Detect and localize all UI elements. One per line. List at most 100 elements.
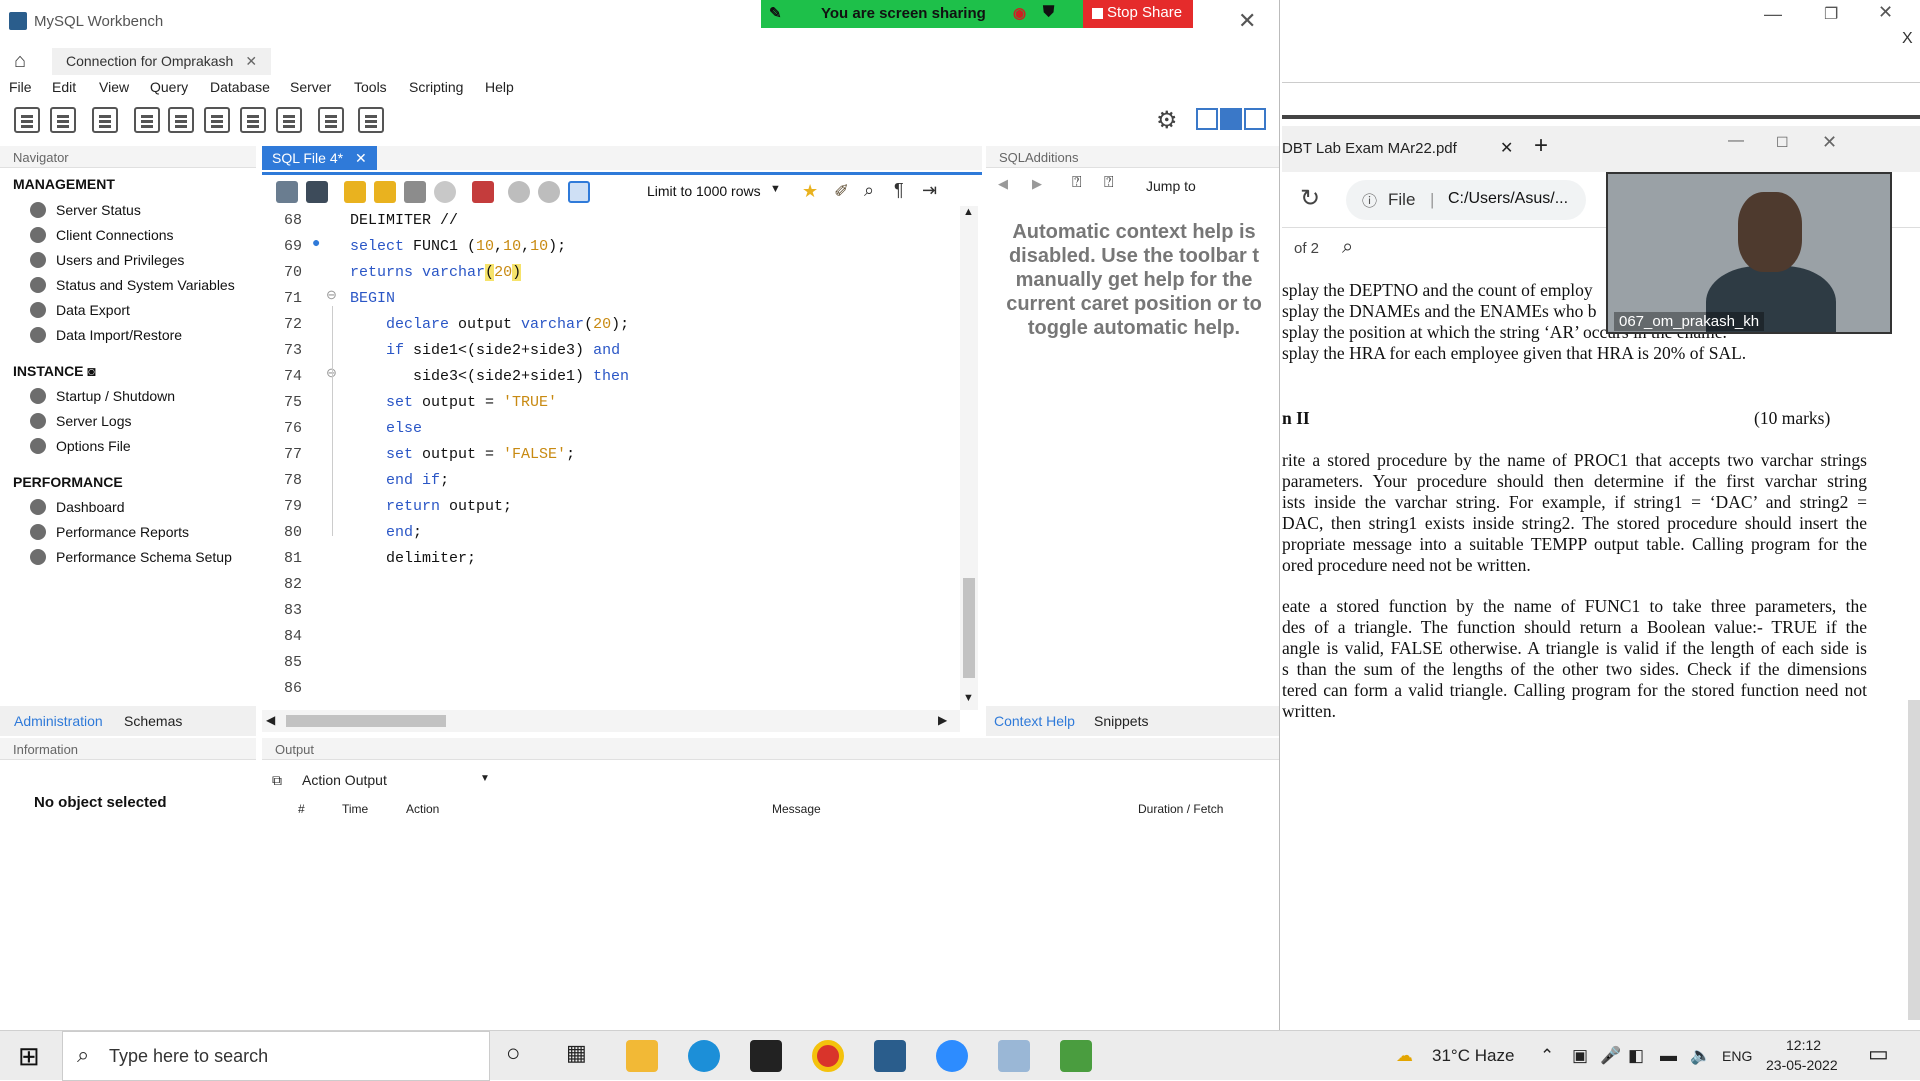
mysql-shell-icon[interactable] — [750, 1040, 782, 1072]
column-header[interactable]: Message — [772, 802, 821, 816]
execute-icon[interactable] — [344, 181, 366, 203]
nav-options-file[interactable]: Options File — [30, 438, 131, 454]
nav-users-privileges[interactable]: Users and Privileges — [30, 252, 184, 268]
column-header[interactable]: Time — [342, 802, 368, 816]
video-thumbnail[interactable]: 067_om_prakash_kh — [1606, 172, 1892, 334]
menu-view[interactable]: View — [99, 79, 129, 95]
close-tab-icon[interactable]: ✕ — [1500, 138, 1513, 158]
stop-query-icon[interactable] — [434, 181, 456, 203]
cortana-icon[interactable]: ○ — [506, 1040, 521, 1068]
menu-file[interactable]: File — [9, 79, 32, 95]
nav-client-connections[interactable]: Client Connections — [30, 227, 174, 243]
menu-server[interactable]: Server — [290, 79, 331, 95]
add-snippet-icon[interactable]: ★ — [802, 181, 818, 202]
close-icon[interactable]: ✕ — [1878, 2, 1893, 23]
scroll-up-icon[interactable]: ▲ — [963, 206, 974, 218]
tab-context-help[interactable]: Context Help — [994, 713, 1075, 729]
action-output-select[interactable]: Action Output ▼ — [282, 770, 490, 792]
jump-to-select[interactable]: Jump to — [1146, 178, 1196, 194]
forward-icon[interactable]: ▶ — [1032, 176, 1042, 192]
manual-help-icon[interactable]: ⍰ — [1072, 174, 1082, 192]
invisible-chars-icon[interactable]: ¶ — [894, 180, 904, 201]
microphone-icon[interactable]: 🎤 — [1600, 1046, 1621, 1066]
create-function-icon[interactable] — [276, 107, 302, 133]
toggle-secondary-sidebar-icon[interactable] — [1244, 108, 1266, 130]
create-table-icon[interactable] — [168, 107, 194, 133]
scroll-right-icon[interactable]: ▶ — [938, 713, 947, 727]
column-header[interactable]: Action — [406, 802, 439, 816]
pdf-scrollbar[interactable] — [1908, 700, 1920, 1020]
execute-current-icon[interactable] — [374, 181, 396, 203]
menu-tools[interactable]: Tools — [354, 79, 387, 95]
chrome-icon[interactable] — [812, 1040, 844, 1072]
connection-tab[interactable]: Connection for Omprakash ✕ — [52, 48, 272, 75]
column-header[interactable]: Duration / Fetch — [1138, 802, 1223, 816]
auto-help-icon[interactable]: ⍰ — [1104, 174, 1114, 192]
zoom-icon[interactable] — [936, 1040, 968, 1072]
close-x-label[interactable]: X — [1902, 30, 1913, 48]
chevron-down-icon[interactable]: ▼ — [480, 773, 490, 784]
paint-icon[interactable] — [998, 1040, 1030, 1072]
file-explorer-icon[interactable] — [626, 1040, 658, 1072]
clock-date[interactable]: 23-05-2022 — [1766, 1057, 1838, 1073]
close-tab-icon[interactable]: ✕ — [245, 53, 257, 69]
pdf-tab-title[interactable]: DBT Lab Exam MAr22.pdf — [1282, 140, 1457, 157]
create-view-icon[interactable] — [204, 107, 230, 133]
chevron-up-icon[interactable]: ⌃ — [1540, 1046, 1554, 1066]
restore-icon[interactable]: ☐ — [1776, 134, 1789, 151]
info-icon[interactable]: ⓘ — [1362, 190, 1377, 211]
meet-now-icon[interactable]: ▣ — [1572, 1046, 1588, 1066]
save-icon[interactable] — [306, 181, 328, 203]
close-tab-icon[interactable]: ✕ — [355, 150, 367, 166]
volume-icon[interactable]: 🔈 — [1690, 1046, 1711, 1066]
clock-time[interactable]: 12:12 — [1786, 1037, 1821, 1053]
editor-horizontal-scrollbar[interactable]: ◀ ▶ — [262, 710, 960, 732]
create-schema-icon[interactable] — [134, 107, 160, 133]
mysql-workbench-icon[interactable] — [874, 1040, 906, 1072]
record-icon[interactable]: ◉ — [1013, 4, 1026, 22]
windows-start-icon[interactable]: ⊞ — [18, 1041, 40, 1072]
new-tab-icon[interactable]: + — [1534, 132, 1548, 160]
nav-server-logs[interactable]: Server Logs — [30, 413, 131, 429]
reconnect-icon[interactable] — [358, 107, 384, 133]
chart-app-icon[interactable] — [1060, 1040, 1092, 1072]
autocommit-icon[interactable] — [568, 181, 590, 203]
stop-share-button[interactable]: Stop Share — [1083, 0, 1193, 28]
word-wrap-icon[interactable]: ⇥ — [922, 180, 937, 201]
nav-data-export[interactable]: Data Export — [30, 302, 130, 318]
chevron-down-icon[interactable]: ▼ — [770, 183, 781, 195]
minimize-icon[interactable]: — — [1728, 132, 1744, 150]
explain-icon[interactable] — [404, 181, 426, 203]
tab-snippets[interactable]: Snippets — [1094, 713, 1148, 729]
menu-scripting[interactable]: Scripting — [409, 79, 463, 95]
edge-icon[interactable] — [688, 1040, 720, 1072]
tab-schemas[interactable]: Schemas — [124, 713, 182, 729]
nav-server-status[interactable]: Server Status — [30, 202, 141, 218]
nav-startup-shutdown[interactable]: Startup / Shutdown — [30, 388, 175, 404]
search-icon[interactable]: ⌕ — [1342, 236, 1353, 259]
commit-icon[interactable] — [508, 181, 530, 203]
limit-rows-select[interactable]: Limit to 1000 rows — [647, 183, 761, 199]
weather-icon[interactable]: ☁ — [1396, 1046, 1413, 1066]
open-sql-script-icon[interactable] — [50, 107, 76, 133]
sql-editor[interactable]: 68 69 70 71 72 73 74 75 76 77 78 79 80 8… — [262, 206, 982, 708]
tab-administration[interactable]: Administration — [14, 713, 103, 729]
search-icon[interactable]: ⌕ — [864, 180, 874, 201]
sql-file-tab[interactable]: SQL File 4* ✕ — [262, 146, 377, 170]
weather-text[interactable]: 31°C Haze — [1432, 1046, 1514, 1066]
create-procedure-icon[interactable] — [240, 107, 266, 133]
nav-performance-reports[interactable]: Performance Reports — [30, 524, 189, 540]
new-sql-tab-icon[interactable] — [14, 107, 40, 133]
column-header[interactable]: # — [298, 802, 305, 816]
rollback-icon[interactable] — [538, 181, 560, 203]
search-table-data-icon[interactable] — [318, 107, 344, 133]
inspector-icon[interactable] — [92, 107, 118, 133]
taskbar-search[interactable]: ⌕ Type here to search — [62, 1031, 490, 1081]
nav-performance-schema[interactable]: Performance Schema Setup — [30, 549, 232, 565]
close-icon[interactable]: ✕ — [1822, 132, 1837, 153]
language-indicator[interactable]: ENG — [1722, 1048, 1752, 1064]
scroll-thumb[interactable] — [963, 578, 975, 678]
back-icon[interactable]: ◀ — [998, 176, 1008, 192]
editor-vertical-scrollbar[interactable]: ▲ ▼ — [960, 206, 978, 710]
nav-dashboard[interactable]: Dashboard — [30, 499, 125, 515]
